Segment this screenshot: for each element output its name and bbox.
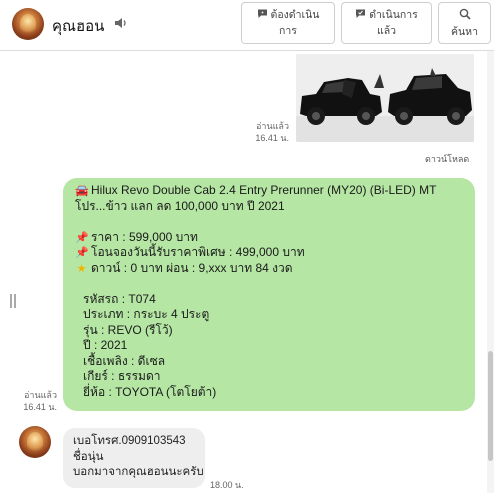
chat-bubble-icon bbox=[257, 8, 268, 24]
search-label: ค้นหา bbox=[450, 26, 479, 38]
message-line: ★ ดาวน์ : 0 บาท ผ่อน : 9,xxx บาท 84 งวด bbox=[75, 261, 463, 277]
chat-check-icon bbox=[355, 8, 366, 24]
message-line-text: ดาวน์ : 0 บาท ผ่อน : 9,xxx บาท 84 งวด bbox=[91, 260, 293, 275]
message-line: 📌 ราคา : 599,000 บาท bbox=[75, 230, 463, 246]
car-emoji-icon: 🚘 bbox=[75, 185, 89, 197]
incoming-message-bubble[interactable]: เบอโทรศ.0909103543 ชื่อนุ่น บอกมาจากคุณฮ… bbox=[63, 428, 205, 488]
message-line-text: เชื้อเพลิง : ดีเซล bbox=[83, 353, 166, 368]
message-line: เชื้อเพลิง : ดีเซล bbox=[75, 354, 463, 370]
message-line-text: ราคา : 599,000 บาท bbox=[91, 229, 198, 244]
done-label-1: ดำเนินการ bbox=[369, 9, 418, 21]
message-line bbox=[75, 214, 463, 230]
message-line-text: Hilux Revo Double Cab 2.4 Entry Prerunne… bbox=[91, 183, 437, 197]
message-line: 📌 โอนจองวันนี้รับราคาพิเศษ : 499,000 บาท bbox=[75, 245, 463, 261]
search-icon bbox=[459, 8, 471, 23]
contact-avatar[interactable] bbox=[12, 8, 44, 40]
message-line: ปี : 2021 bbox=[75, 338, 463, 354]
photo-time: 16.41 น. bbox=[255, 133, 289, 143]
message-line: ประเภท : กระบะ 4 ประตู bbox=[75, 307, 463, 323]
message-line-text: เกียร์ : ธรรมดา bbox=[83, 369, 161, 383]
message-line-text: ประเภท : กระบะ 4 ประตู bbox=[83, 307, 210, 321]
done-label-2: แล้ว bbox=[376, 25, 397, 37]
incoming-line-name: ชื่อนุ่น bbox=[73, 450, 104, 463]
panel-resize-handle[interactable] bbox=[10, 294, 16, 308]
chat-scrollbar[interactable] bbox=[487, 51, 494, 493]
message-line-text: ยี่ห้อ : TOYOTA (โตโยต้า) bbox=[83, 384, 217, 399]
message-line: 🚘 Hilux Revo Double Cab 2.4 Entry Prerunn… bbox=[75, 183, 463, 199]
message-read-label: อ่านแล้ว bbox=[24, 390, 57, 400]
photo-read-label: อ่านแล้ว bbox=[256, 121, 289, 131]
message-line: โปร...ข้าว แลก ลด 100,000 บาท ปี 2021 bbox=[75, 199, 463, 215]
done-button[interactable]: ดำเนินการ แล้ว bbox=[341, 2, 432, 44]
message-line: รหัสรถ : T074 bbox=[75, 292, 463, 308]
message-line bbox=[75, 276, 463, 292]
follow-up-button[interactable]: ต้องดำเนิน การ bbox=[241, 2, 335, 44]
message-time: 16.41 น. bbox=[23, 402, 57, 412]
message-line-text: ปี : 2021 bbox=[83, 338, 128, 352]
message-line-text: รุ่น : REVO (รีโว้) bbox=[83, 322, 173, 337]
pushpin-icon: 📌 bbox=[75, 247, 89, 259]
message-line-text: รหัสรถ : T074 bbox=[83, 291, 156, 306]
search-button[interactable]: ค้นหา bbox=[438, 2, 491, 44]
message-line: ยี่ห้อ : TOYOTA (โตโยต้า) bbox=[75, 385, 463, 401]
incoming-line-referral: บอกมาจากคุณฮอนนะครับ bbox=[73, 466, 204, 478]
chat-header: คุณฮอน ต้องดำเนิน การ ดำเนินการ แล้ว ค้น… bbox=[0, 0, 494, 51]
truck-photo[interactable] bbox=[296, 54, 474, 142]
outgoing-message-bubble[interactable]: 🚘 Hilux Revo Double Cab 2.4 Entry Prerunn… bbox=[63, 178, 475, 411]
message-line: เกียร์ : ธรรมดา bbox=[75, 369, 463, 385]
star-icon: ★ bbox=[76, 262, 87, 275]
message-read-receipt: อ่านแล้ว 16.41 น. bbox=[14, 389, 57, 413]
scrollbar-thumb[interactable] bbox=[488, 351, 493, 461]
contact-name[interactable]: คุณฮอน bbox=[52, 14, 104, 38]
pushpin-icon: 📌 bbox=[75, 231, 89, 244]
message-line-text: โปร...ข้าว แลก ลด 100,000 บาท ปี 2021 bbox=[75, 198, 285, 213]
sender-avatar[interactable] bbox=[19, 426, 51, 458]
photo-read-receipt: อ่านแล้ว 16.41 น. bbox=[244, 120, 289, 144]
speaker-icon[interactable] bbox=[114, 16, 128, 30]
follow-up-label-2: การ bbox=[279, 25, 297, 37]
incoming-line-phone: เบอโทรศ.0909103543 bbox=[73, 435, 186, 447]
message-line: รุ่น : REVO (รีโว้) bbox=[75, 323, 463, 339]
download-link[interactable]: ดาวน์โหลด bbox=[425, 152, 469, 166]
incoming-time: 18.00 น. bbox=[210, 480, 244, 490]
truck-image bbox=[296, 54, 474, 142]
follow-up-label-1: ต้องดำเนิน bbox=[270, 9, 320, 21]
message-line-text: โอนจองวันนี้รับราคาพิเศษ : 499,000 บาท bbox=[91, 245, 305, 259]
